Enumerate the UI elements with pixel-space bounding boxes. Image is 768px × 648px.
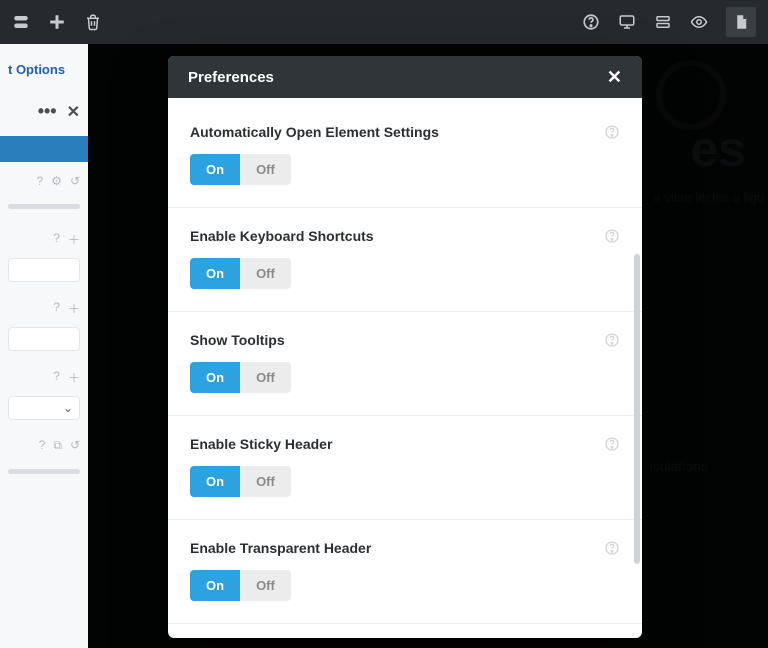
toggle-off-button[interactable]: Off xyxy=(240,154,291,185)
toggle-on-button[interactable]: On xyxy=(190,466,240,497)
setting-toggle: On Off xyxy=(190,258,291,289)
setting-label: Show Tooltips xyxy=(190,332,620,348)
setting-toggle: On Off xyxy=(190,154,291,185)
toggle-off-button[interactable]: Off xyxy=(240,570,291,601)
help-icon[interactable]: ? xyxy=(53,300,60,317)
document-icon[interactable] xyxy=(726,7,756,37)
sidebar-collapse-row: ••• ✕ xyxy=(8,101,80,122)
add-icon[interactable] xyxy=(48,13,66,31)
sidebar-block-placeholder xyxy=(8,469,80,474)
rows-icon[interactable] xyxy=(654,13,672,31)
sidebar-more-icon[interactable]: ••• xyxy=(38,101,57,122)
help-icon[interactable] xyxy=(604,540,620,556)
help-icon[interactable]: ? xyxy=(39,438,46,453)
add-icon[interactable]: ＋ xyxy=(68,300,80,317)
modal-body: Automatically Open Element Settings On O… xyxy=(168,98,642,638)
help-icon[interactable]: ? xyxy=(53,231,60,248)
help-icon[interactable] xyxy=(604,332,620,348)
modal-header: Preferences ✕ xyxy=(168,56,642,98)
toggle-on-button[interactable]: On xyxy=(190,154,240,185)
close-icon[interactable]: ✕ xyxy=(607,68,622,86)
modal-title: Preferences xyxy=(188,69,274,86)
gear-icon[interactable]: ⚙ xyxy=(51,174,62,188)
sidebar-section-header[interactable] xyxy=(0,136,88,162)
sidebar-block-tools: ? ＋ xyxy=(8,231,80,248)
setting-auto-open-element-settings: Automatically Open Element Settings On O… xyxy=(168,104,642,208)
desktop-icon[interactable] xyxy=(618,13,636,31)
setting-label: Enable Sticky Header xyxy=(190,436,620,452)
toggle-off-button[interactable]: Off xyxy=(240,362,291,393)
sidebar-block-tools: ? ＋ xyxy=(8,369,80,386)
setting-label: Enable Transparent Header xyxy=(190,540,620,556)
sidebar-dropdown-preview[interactable]: ⌄ xyxy=(8,396,80,420)
chevron-down-icon[interactable]: ⌄ xyxy=(63,401,73,415)
setting-toggle: On Off xyxy=(190,362,291,393)
sidebar-options-link[interactable]: t Options xyxy=(8,62,80,77)
sidebar-block-tools: ? ⚙ ↺ xyxy=(8,174,80,188)
duplicate-icon[interactable]: ⧉ xyxy=(53,438,62,453)
sidebar-block-tools: ? ＋ xyxy=(8,300,80,317)
top-toolbar xyxy=(0,0,768,44)
toggle-on-button[interactable]: On xyxy=(190,570,240,601)
trash-icon[interactable] xyxy=(84,13,102,31)
help-icon[interactable] xyxy=(582,13,600,31)
queue-icon[interactable] xyxy=(12,13,30,31)
toggle-on-button[interactable]: On xyxy=(190,362,240,393)
preferences-modal: Preferences ✕ Automatically Open Element… xyxy=(168,56,642,638)
eye-icon[interactable] xyxy=(690,13,708,31)
scrollbar[interactable] xyxy=(634,254,640,564)
undo-icon[interactable]: ↺ xyxy=(70,438,80,453)
setting-label: Automatically Open Element Settings xyxy=(190,124,620,140)
setting-show-tooltips: Show Tooltips On Off xyxy=(168,312,642,416)
sidebar-input-preview[interactable] xyxy=(8,327,80,351)
sidebar: t Options ••• ✕ ? ⚙ ↺ ? ＋ ? ＋ ? ＋ ⌄ ? ⧉ … xyxy=(0,44,88,648)
toolbar-right-group xyxy=(582,7,756,37)
toggle-off-button[interactable]: Off xyxy=(240,466,291,497)
setting-keyboard-shortcuts: Enable Keyboard Shortcuts On Off xyxy=(168,208,642,312)
add-icon[interactable]: ＋ xyxy=(68,231,80,248)
setting-preview-filter-options: Enable Preview for Filter Options xyxy=(168,624,642,638)
sidebar-close-icon[interactable]: ✕ xyxy=(67,102,80,122)
help-icon[interactable] xyxy=(604,436,620,452)
toggle-on-button[interactable]: On xyxy=(190,258,240,289)
setting-toggle: On Off xyxy=(190,466,291,497)
setting-transparent-header: Enable Transparent Header On Off xyxy=(168,520,642,624)
help-icon[interactable]: ? xyxy=(53,369,60,386)
setting-label: Enable Keyboard Shortcuts xyxy=(190,228,620,244)
help-icon[interactable] xyxy=(604,228,620,244)
setting-sticky-header: Enable Sticky Header On Off xyxy=(168,416,642,520)
toggle-off-button[interactable]: Off xyxy=(240,258,291,289)
setting-toggle: On Off xyxy=(190,570,291,601)
toolbar-left-group xyxy=(12,13,102,31)
sidebar-block-tools: ? ⧉ ↺ xyxy=(8,438,80,453)
undo-icon[interactable]: ↺ xyxy=(70,174,80,188)
help-icon[interactable]: ? xyxy=(36,174,43,188)
add-icon[interactable]: ＋ xyxy=(68,369,80,386)
help-icon[interactable] xyxy=(604,124,620,140)
sidebar-input-preview[interactable] xyxy=(8,258,80,282)
